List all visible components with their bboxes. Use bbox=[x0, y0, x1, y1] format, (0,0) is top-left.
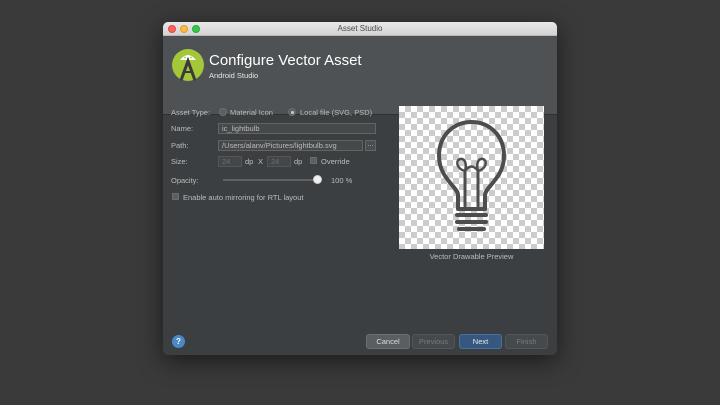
next-button[interactable]: Next bbox=[459, 334, 502, 349]
rtl-mirroring-label[interactable]: Enable auto mirroring for RTL layout bbox=[183, 193, 303, 202]
window-title: Asset Studio bbox=[337, 24, 383, 33]
name-input[interactable]: ic_lightbulb bbox=[218, 123, 376, 134]
opacity-label: Opacity: bbox=[171, 176, 199, 185]
override-checkbox[interactable] bbox=[310, 157, 317, 164]
previous-button[interactable]: Previous bbox=[412, 334, 455, 349]
material-icon-radio[interactable] bbox=[219, 108, 227, 116]
page-subtitle: Android Studio bbox=[209, 71, 259, 80]
size-label: Size: bbox=[171, 157, 188, 166]
width-input[interactable]: 24 bbox=[218, 156, 242, 167]
asset-studio-dialog: Asset Studio Configure Vector Asset Andr… bbox=[163, 22, 557, 355]
height-unit-label: dp bbox=[294, 157, 303, 166]
name-label: Name: bbox=[171, 124, 194, 133]
rtl-mirroring-checkbox[interactable] bbox=[172, 193, 179, 200]
preview-caption: Vector Drawable Preview bbox=[429, 252, 514, 261]
path-label: Path: bbox=[171, 141, 189, 150]
cancel-button[interactable]: Cancel bbox=[366, 334, 410, 349]
height-input[interactable]: 24 bbox=[267, 156, 291, 167]
asset-type-label: Asset Type: bbox=[171, 108, 211, 117]
title-bar: Asset Studio bbox=[163, 22, 557, 36]
width-unit-label: dp bbox=[245, 157, 254, 166]
browse-button[interactable]: ... bbox=[365, 140, 376, 151]
override-label[interactable]: Override bbox=[321, 157, 350, 166]
path-input[interactable]: /Users/alanv/Pictures/lightbulb.svg bbox=[218, 140, 363, 151]
local-file-radio-label[interactable]: Local file (SVG, PSD) bbox=[300, 108, 372, 117]
opacity-slider-track[interactable] bbox=[223, 179, 317, 181]
opacity-value: 100 % bbox=[331, 176, 353, 185]
size-separator: X bbox=[258, 157, 264, 166]
wizard-header: Configure Vector Asset Android Studio bbox=[163, 36, 557, 115]
vector-preview-canvas bbox=[399, 106, 544, 249]
local-file-radio[interactable] bbox=[288, 108, 296, 116]
help-icon[interactable]: ? bbox=[172, 335, 185, 348]
finish-button[interactable]: Finish bbox=[505, 334, 548, 349]
opacity-slider-thumb[interactable] bbox=[312, 175, 322, 184]
material-icon-radio-label[interactable]: Material Icon bbox=[230, 108, 273, 117]
page-title: Configure Vector Asset bbox=[209, 52, 362, 69]
lightbulb-icon bbox=[437, 120, 506, 231]
android-studio-logo-icon bbox=[172, 49, 204, 81]
